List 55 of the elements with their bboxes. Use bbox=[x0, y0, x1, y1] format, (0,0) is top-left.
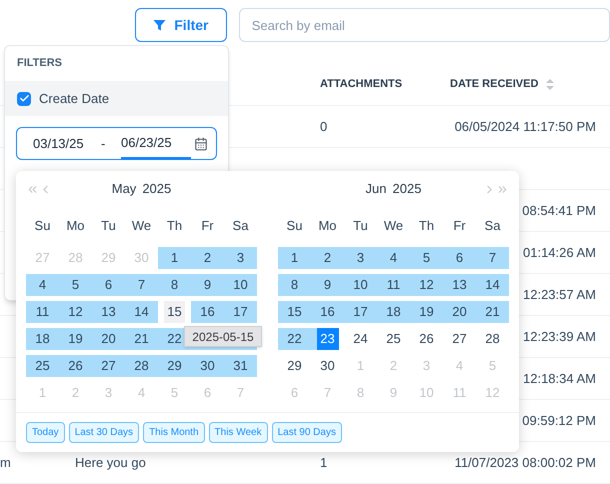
calendar-day[interactable]: 27 bbox=[452, 328, 467, 350]
calendar-day[interactable]: 23 bbox=[316, 328, 338, 350]
date-tooltip: 2025-05-15 bbox=[184, 326, 262, 347]
weekday-label: Mo bbox=[66, 216, 85, 235]
table-cell: 06/05/2024 11:17:50 PM bbox=[454, 118, 596, 134]
date-range-field[interactable]: 03/13/25 - 06/23/25 bbox=[16, 127, 217, 160]
weekday-label: Tu bbox=[353, 216, 368, 235]
year-label[interactable]: 2025 bbox=[142, 179, 172, 199]
month-label[interactable]: Jun bbox=[366, 179, 387, 199]
range-separator: - bbox=[101, 134, 106, 153]
table-cell: m bbox=[0, 454, 11, 470]
funnel-icon bbox=[153, 18, 166, 32]
calendar-icon[interactable] bbox=[194, 136, 208, 150]
weekday-label: Fr bbox=[201, 216, 214, 235]
sort-icon[interactable] bbox=[546, 79, 554, 90]
table-cell: 11/07/2023 08:00:02 PM bbox=[454, 454, 596, 470]
search-field[interactable]: Search by email bbox=[238, 8, 610, 42]
table-cell: 0 bbox=[320, 118, 328, 134]
calendar-day[interactable]: 29 bbox=[287, 354, 302, 376]
end-date-input[interactable]: 06/23/25 bbox=[121, 128, 191, 159]
table-cell: 08:54:41 PM bbox=[522, 202, 596, 218]
weekday-label: Su bbox=[34, 216, 50, 235]
checkbox-label: Create Date bbox=[39, 90, 110, 108]
table-cell: Here you go bbox=[75, 454, 146, 470]
calendar-day[interactable]: 26 bbox=[419, 328, 434, 350]
weekday-label: Mo bbox=[318, 216, 337, 235]
weekday-label: Sa bbox=[484, 216, 500, 235]
weekday-label: Th bbox=[166, 216, 182, 235]
calendar-day[interactable]: 24 bbox=[353, 328, 368, 350]
year-label[interactable]: 2025 bbox=[392, 179, 422, 199]
weekday-label: Tu bbox=[101, 216, 116, 235]
table-cell: 12:23:57 AM bbox=[523, 286, 596, 302]
table-cell: 1 bbox=[320, 454, 328, 470]
weekday-label: Sa bbox=[232, 216, 248, 235]
calendar-day[interactable]: 25 bbox=[386, 328, 401, 350]
table-cell: 12:23:39 AM bbox=[523, 328, 596, 344]
check-icon bbox=[18, 93, 30, 104]
panel-title: FILTERS bbox=[17, 56, 62, 72]
table-cell: 12:18:34 AM bbox=[523, 370, 596, 386]
calendar-day[interactable]: 30 bbox=[320, 354, 335, 376]
calendar-day[interactable]: 15 bbox=[164, 300, 185, 322]
weekday-label: We bbox=[384, 216, 404, 235]
checkbox[interactable] bbox=[17, 92, 31, 106]
month-label[interactable]: May bbox=[112, 179, 136, 199]
weekday-label: Fr bbox=[453, 216, 466, 235]
weekday-label: We bbox=[132, 216, 152, 235]
table-cell: 01:14:26 AM bbox=[523, 244, 596, 260]
column-header: ATTACHMENTS bbox=[320, 77, 402, 92]
table-cell: 09:59:12 PM bbox=[522, 412, 596, 428]
column-header: DATE RECEIVED bbox=[450, 77, 538, 92]
start-date-input[interactable]: 03/13/25 bbox=[33, 134, 101, 154]
weekday-label: Th bbox=[418, 216, 434, 235]
filter-button[interactable]: Filter bbox=[135, 8, 227, 42]
calendar-day[interactable]: 28 bbox=[485, 328, 500, 350]
weekday-label: Su bbox=[286, 216, 302, 235]
